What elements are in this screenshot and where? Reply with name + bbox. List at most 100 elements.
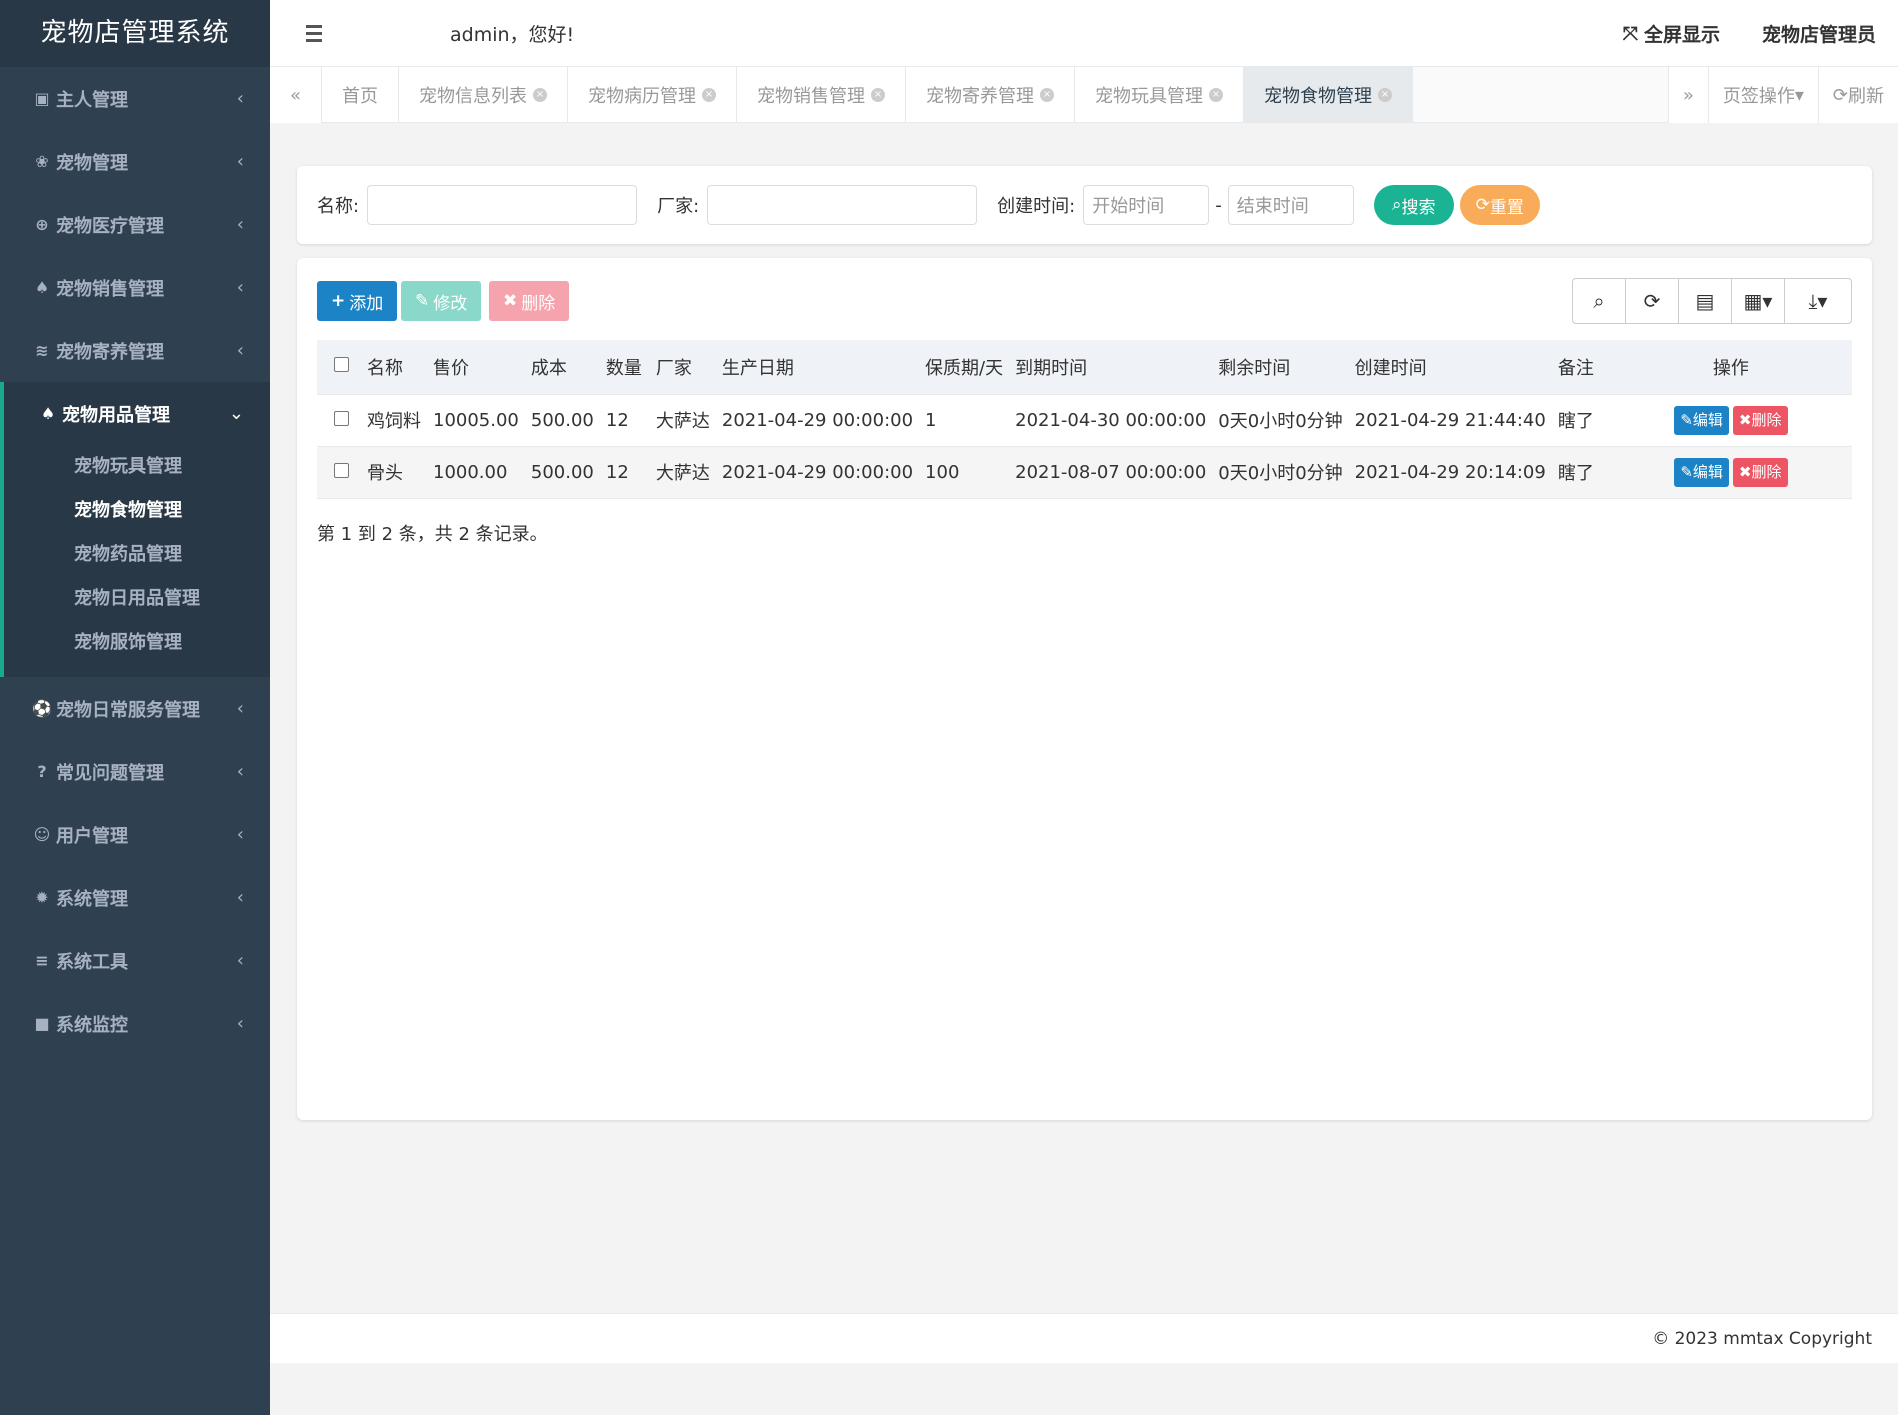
column-header[interactable]: 成本 (525, 340, 600, 394)
columns-icon[interactable]: ▦▾ (1732, 279, 1785, 323)
table-cell: 10005.00 (427, 393, 525, 446)
tab-4[interactable]: 宠物寄养管理 × (906, 67, 1075, 122)
table-row[interactable]: 骨头 1000.00 500.00 12 大萨达 2021-04-29 00:00:00 1… (317, 445, 1852, 499)
close-tab-icon[interactable]: × (702, 88, 716, 102)
column-header[interactable]: 剩余时间 (1212, 340, 1348, 394)
tab-label: 首页 (342, 86, 378, 107)
column-header[interactable]: 备注 (1552, 340, 1610, 394)
created-label: 创建时间: (997, 196, 1076, 217)
table-panel: + 添加 ✎ 修改 ✖ 删除 ⌕ ⟳ ▤ ▦▾ ⤓▾ 名称 售价 成本 数量 厂家 生产日期 保质… (297, 258, 1872, 1120)
edit-icon: ✎ (1680, 462, 1693, 481)
column-header[interactable]: 到期时间 (1009, 340, 1212, 394)
tab-label: 宠物玩具管理 (1095, 86, 1203, 107)
sidebar-item-label: 系统监控 (56, 1014, 128, 1036)
vendor-input[interactable] (707, 185, 978, 225)
column-header[interactable]: 操作 (1610, 340, 1852, 394)
sidebar-item-b3[interactable]: ✹ 系统管理 ‹ (0, 866, 270, 929)
table-cell: 12 (599, 445, 650, 499)
fullscreen-button[interactable]: ⤧ 全屏显示 (1623, 20, 1720, 47)
row-actions: ✎编辑 ✖删除 (1609, 393, 1852, 446)
row-delete-button[interactable]: ✖删除 (1732, 457, 1788, 487)
column-header[interactable]: 创建时间 (1349, 340, 1552, 394)
close-tab-icon[interactable]: × (1040, 88, 1054, 102)
sidebar-item-b4[interactable]: ≡ 系统工具 ‹ (0, 929, 270, 992)
gear-icon: ✹ (35, 888, 49, 907)
tab-0[interactable]: 首页 (322, 67, 399, 122)
close-tab-icon[interactable]: × (1378, 88, 1392, 102)
reset-button[interactable]: ⟳ 重置 (1459, 185, 1540, 225)
search-button[interactable]: ⌕ 搜索 (1373, 185, 1454, 225)
sidebar-subitem-food[interactable]: 宠物食物管理 (4, 489, 270, 533)
menu-toggle-icon[interactable] (306, 24, 330, 42)
column-header[interactable]: 名称 (361, 340, 427, 394)
table-cell: 大萨达 (649, 393, 716, 446)
card-view-icon[interactable]: ▤ (1679, 279, 1732, 323)
select-all-checkbox[interactable] (334, 357, 349, 373)
table-cell: 100 (919, 445, 1010, 499)
sidebar-item-label: 宠物管理 (56, 152, 128, 174)
sidebar-item-label: 宠物医疗管理 (56, 215, 164, 237)
table-cell: 2021-04-29 00:00:00 (715, 445, 920, 499)
sidebar: 宠物店管理系统 ▣ 主人管理 ‹ ❀ 宠物管理 ‹ ⊕ 宠物医疗管理 ‹ ♠ 宠物销售管理 ‹ ≋ 宠物寄… (0, 0, 270, 1415)
refresh-tab-button[interactable]: ⟳ 刷新 (1817, 67, 1898, 123)
close-tab-icon[interactable]: × (1209, 88, 1223, 102)
page-ops-dropdown[interactable]: 页签操作 ▾ (1707, 67, 1818, 123)
row-edit-button[interactable]: ✎编辑 (1674, 405, 1729, 435)
column-header[interactable]: 保质期/天 (919, 340, 1009, 394)
footer: © 2023 mmtax Copyright (270, 1313, 1898, 1363)
tab-5[interactable]: 宠物玩具管理 × (1075, 67, 1244, 122)
tabs-scroll-right-icon[interactable]: » (1667, 67, 1708, 123)
column-header[interactable]: 生产日期 (716, 340, 919, 394)
table-cell: 0天0小时0分钟 (1212, 445, 1349, 499)
sidebar-subitem-medicine[interactable]: 宠物药品管理 (4, 533, 270, 577)
column-header[interactable]: 售价 (427, 340, 525, 394)
sidebar-item-a3[interactable]: ♠ 宠物销售管理 ‹ (0, 256, 270, 319)
tab-6[interactable]: 宠物食物管理 × (1244, 67, 1413, 122)
tab-3[interactable]: 宠物销售管理 × (737, 67, 906, 122)
tab-1[interactable]: 宠物信息列表 × (399, 67, 568, 122)
sidebar-item-supplies[interactable]: ♠ 宠物用品管理 ⌄ (4, 382, 270, 445)
tab-2[interactable]: 宠物病历管理 × (568, 67, 737, 122)
user-role-menu[interactable]: 宠物店管理员 (1762, 20, 1876, 47)
refresh-icon[interactable]: ⟳ (1626, 279, 1679, 323)
bell-icon: ♠ (34, 278, 50, 297)
search-panel: 名称: 厂家: 创建时间: 开始时间 - 结束时间 ⌕ 搜索 ⟳ 重置 (297, 166, 1872, 244)
column-header[interactable]: 厂家 (650, 340, 716, 394)
sidebar-item-a4[interactable]: ≋ 宠物寄养管理 ‹ (0, 319, 270, 382)
row-checkbox[interactable] (334, 462, 349, 478)
sidebar-item-b1[interactable]: ? 常见问题管理 ‹ (0, 740, 270, 803)
sidebar-subitem-toys[interactable]: 宠物玩具管理 (4, 445, 270, 489)
end-time-input[interactable]: 结束时间 (1227, 185, 1354, 225)
sidebar-item-a1[interactable]: ❀ 宠物管理 ‹ (0, 130, 270, 193)
close-tab-icon[interactable]: × (871, 88, 885, 102)
chevron-left-icon: ‹ (236, 151, 244, 172)
delete-button[interactable]: ✖ 删除 (489, 281, 570, 321)
sidebar-item-b2[interactable]: ☺ 用户管理 ‹ (0, 803, 270, 866)
tabs-scroll-left-icon[interactable]: « (270, 67, 322, 123)
refresh-icon: ⟳ (1475, 195, 1490, 215)
edit-button[interactable]: ✎ 修改 (401, 281, 482, 321)
add-button[interactable]: + 添加 (317, 281, 398, 321)
sidebar-subitem-clothing[interactable]: 宠物服饰管理 (4, 621, 270, 665)
search-toggle-icon[interactable]: ⌕ (1573, 279, 1626, 323)
row-checkbox[interactable] (334, 410, 349, 426)
user-circle-icon: ☺ (33, 825, 51, 844)
close-icon: ✖ (1738, 462, 1752, 481)
close-tab-icon[interactable]: × (533, 88, 547, 102)
sidebar-subitem-daily[interactable]: 宠物日用品管理 (4, 577, 270, 621)
row-edit-button[interactable]: ✎编辑 (1674, 457, 1729, 487)
table-row[interactable]: 鸡饲料 10005.00 500.00 12 大萨达 2021-04-29 00:00:0… (317, 393, 1852, 446)
column-header[interactable]: 数量 (600, 340, 650, 394)
question-circle-icon: ? (37, 762, 47, 781)
row-delete-button[interactable]: ✖删除 (1732, 405, 1788, 435)
sidebar-item-a0[interactable]: ▣ 主人管理 ‹ (0, 67, 270, 130)
sidebar-item-a2[interactable]: ⊕ 宠物医疗管理 ‹ (0, 193, 270, 256)
export-icon[interactable]: ⤓▾ (1785, 279, 1851, 323)
page-ops-label: 页签操作 (1722, 86, 1795, 107)
tab-label: 宠物信息列表 (419, 86, 527, 107)
start-time-input[interactable]: 开始时间 (1083, 185, 1210, 225)
sidebar-item-b5[interactable]: ■ 系统监控 ‹ (0, 992, 270, 1055)
tabs-bar: « 首页 宠物信息列表 × 宠物病历管理 × 宠物销售管理 × 宠物寄养管理 × 宠物玩具管理 × 宠… (270, 67, 1898, 123)
sidebar-item-b0[interactable]: ⚽ 宠物日常服务管理 ‹ (0, 677, 270, 740)
name-input[interactable] (367, 185, 638, 225)
